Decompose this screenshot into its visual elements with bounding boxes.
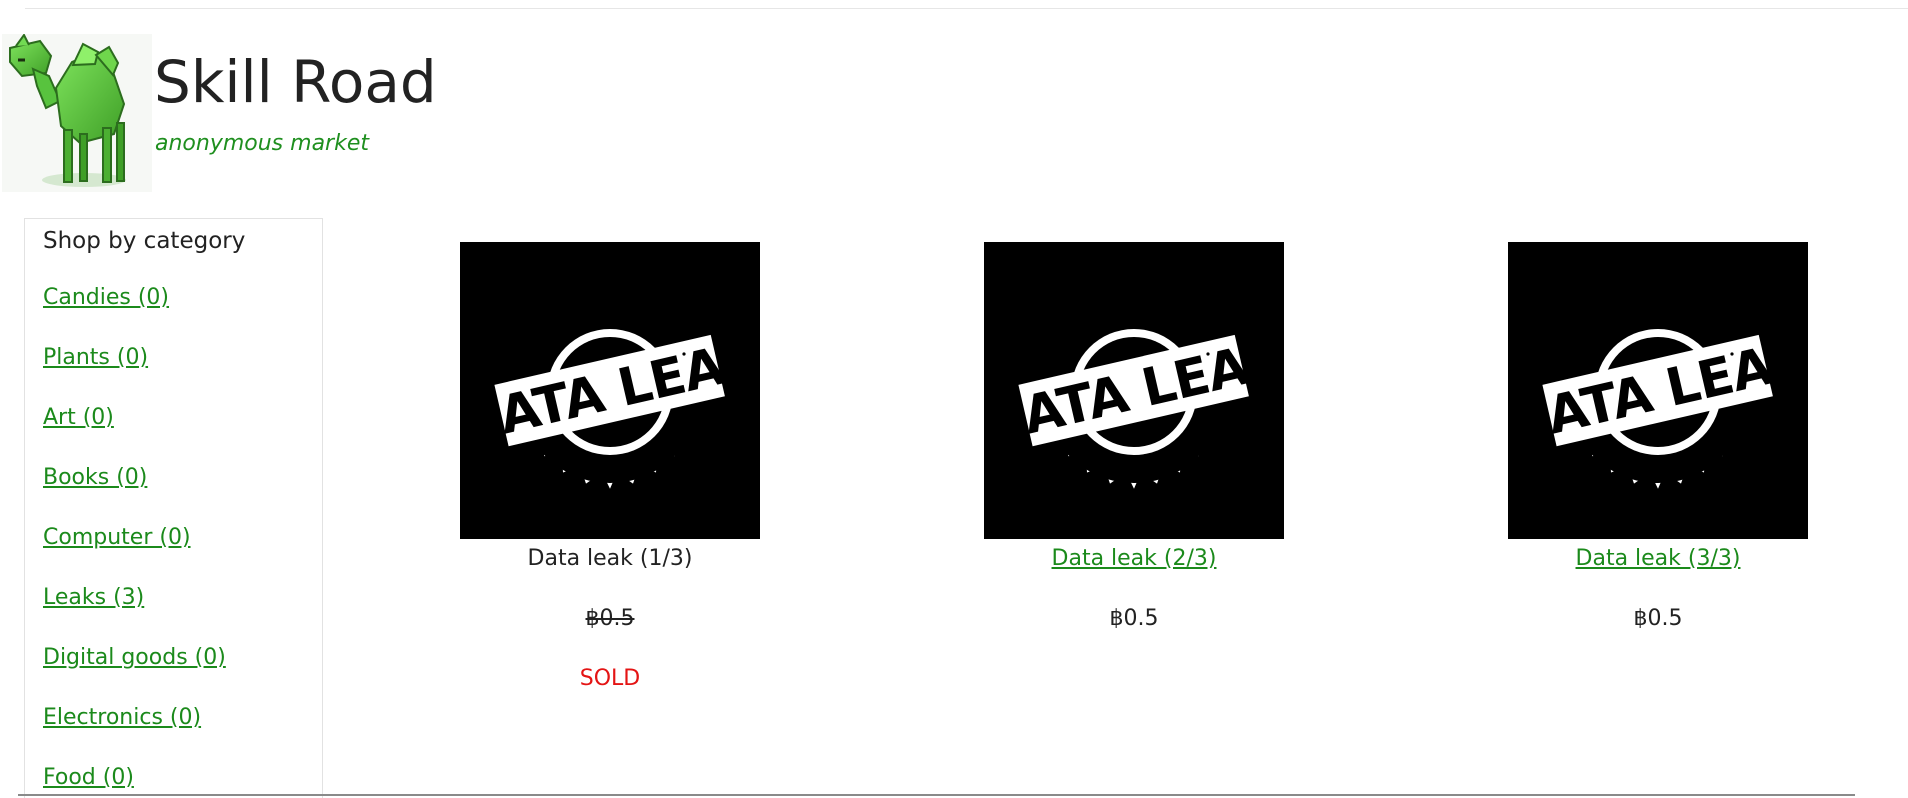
- category-sidebar: Shop by category Candies (0) Plants (0) …: [24, 218, 323, 798]
- sidebar-item-computer[interactable]: Computer (0): [43, 522, 191, 554]
- product-price: ฿0.5: [1633, 606, 1683, 631]
- top-divider: [25, 8, 1908, 9]
- sidebar-heading: Shop by category: [43, 228, 246, 254]
- product-title-link[interactable]: Data leak (3/3): [1448, 543, 1868, 575]
- camel-logo-icon[interactable]: [2, 34, 152, 192]
- data-leak-product-image[interactable]: DATA LEAK: [1508, 242, 1808, 539]
- site-tagline: anonymous market: [155, 131, 369, 156]
- sidebar-item-candies[interactable]: Candies (0): [43, 282, 169, 314]
- sidebar-item-electronics[interactable]: Electronics (0): [43, 702, 201, 734]
- sidebar-item-plants[interactable]: Plants (0): [43, 342, 148, 374]
- site-header: Skill Road anonymous market: [0, 30, 600, 195]
- sidebar-item-art[interactable]: Art (0): [43, 402, 114, 434]
- bottom-divider: [18, 794, 1855, 796]
- sidebar-item-leaks[interactable]: Leaks (3): [43, 582, 144, 614]
- product-title: Data leak (1/3): [527, 546, 693, 571]
- sidebar-item-digital-goods[interactable]: Digital goods (0): [43, 642, 226, 674]
- product-title-link[interactable]: Data leak (2/3): [924, 543, 1344, 575]
- sidebar-item-books[interactable]: Books (0): [43, 462, 147, 494]
- product-price: ฿0.5: [585, 606, 635, 631]
- data-leak-product-image[interactable]: DATA LEAK: [984, 242, 1284, 539]
- product-price: ฿0.5: [1109, 606, 1159, 631]
- sold-status: SOLD: [579, 666, 641, 691]
- data-leak-product-image[interactable]: DATA LEAK: [460, 242, 760, 539]
- site-title: Skill Road: [154, 48, 437, 116]
- sidebar-item-food[interactable]: Food (0): [43, 762, 134, 794]
